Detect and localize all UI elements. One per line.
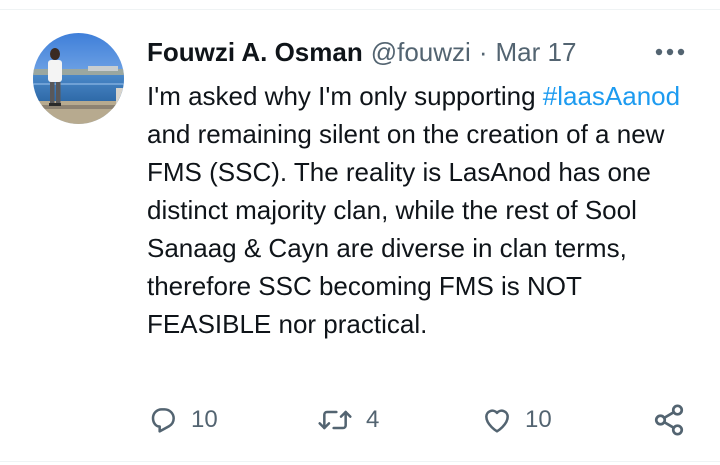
top-divider [0, 9, 720, 10]
tweet-header: Fouwzi A. Osman @fouwzi · Mar 17 [147, 34, 576, 70]
avatar[interactable] [33, 33, 124, 124]
retweet-icon [318, 410, 352, 430]
tweet-actions: 10 4 10 [0, 398, 720, 442]
reply-icon [151, 408, 175, 433]
bottom-divider [0, 461, 720, 462]
share-icon [654, 404, 684, 436]
author-handle[interactable]: @fouwzi [371, 37, 471, 68]
retweet-count: 4 [366, 406, 380, 433]
share-button[interactable] [652, 398, 686, 442]
reply-button[interactable]: 10 [147, 398, 218, 442]
tweet-text-start: I'm asked why I'm only supporting [147, 81, 543, 111]
avatar-photo [33, 33, 124, 124]
retweet-button[interactable]: 4 [316, 398, 379, 442]
like-button[interactable]: 10 [481, 398, 552, 442]
tweet-date[interactable]: Mar 17 [495, 37, 576, 68]
more-options-button[interactable] [652, 40, 688, 64]
separator-dot: · [478, 36, 488, 67]
hashtag-link[interactable]: #laasAanod [543, 81, 680, 111]
author-name[interactable]: Fouwzi A. Osman [147, 37, 363, 68]
like-count: 10 [525, 406, 552, 433]
tweet-text-rest: and remaining silent on the creation of … [147, 119, 665, 339]
reply-count: 10 [191, 406, 218, 433]
like-heart-icon [485, 409, 509, 433]
more-dots-icon [655, 48, 685, 56]
tweet-text: I'm asked why I'm only supporting #laasA… [147, 77, 707, 343]
